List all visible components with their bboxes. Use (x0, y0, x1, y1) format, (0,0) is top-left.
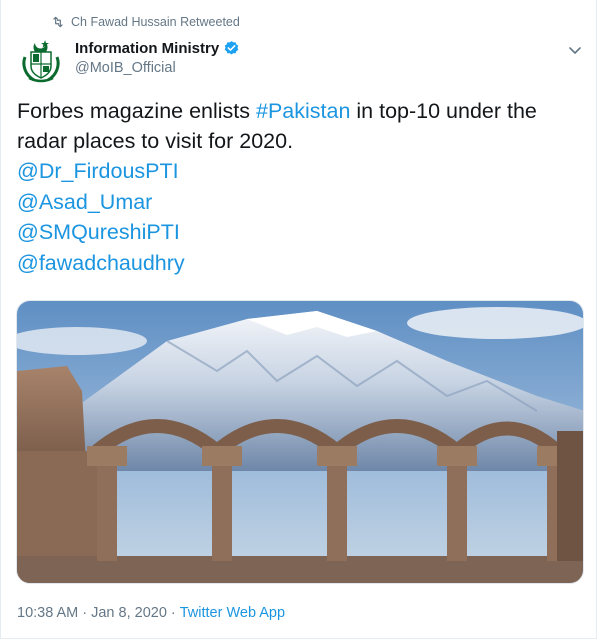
tweet-time[interactable]: 10:38 AM (17, 605, 78, 621)
retweet-context[interactable]: Ch Fawad Hussain Retweeted (51, 14, 240, 30)
mention-link[interactable]: @Dr_FirdousPTI (17, 156, 185, 187)
meta-separator: · (82, 605, 88, 621)
tweet-text: Forbes magazine enlists #Pakistan in top… (17, 96, 587, 156)
verified-badge-icon (224, 41, 239, 55)
mention-link[interactable]: @fawadchaudhry (17, 248, 185, 279)
retweet-icon (53, 16, 63, 28)
user-handle[interactable]: @MoIB_Official (75, 60, 240, 76)
mention-list: @Dr_FirdousPTI @Asad_Umar @SMQureshiPTI … (17, 156, 185, 278)
tweet-text-start: Forbes magazine enlists (17, 99, 256, 123)
mention-link[interactable]: @SMQureshiPTI (17, 217, 185, 248)
hashtag-link[interactable]: #Pakistan (256, 99, 350, 123)
tweet-header: Information Ministry @MoIB_Official (75, 40, 240, 76)
display-name[interactable]: Information Ministry (75, 40, 219, 57)
chevron-down-icon[interactable] (567, 42, 583, 58)
tweet-photo[interactable] (16, 300, 584, 584)
tweet-card: Ch Fawad Hussain Retweeted Information M… (0, 0, 597, 639)
mention-link[interactable]: @Asad_Umar (17, 187, 185, 218)
tweet-meta: 10:38 AM · Jan 8, 2020 · Twitter Web App (17, 605, 285, 621)
ruins-mountain-photo (17, 301, 583, 583)
meta-separator: · (170, 605, 176, 621)
pakistan-emblem-icon (17, 37, 65, 85)
retweet-label: Ch Fawad Hussain Retweeted (71, 15, 240, 29)
source-app-link[interactable]: Twitter Web App (180, 605, 285, 621)
tweet-date[interactable]: Jan 8, 2020 (91, 605, 167, 621)
avatar[interactable] (17, 37, 65, 85)
